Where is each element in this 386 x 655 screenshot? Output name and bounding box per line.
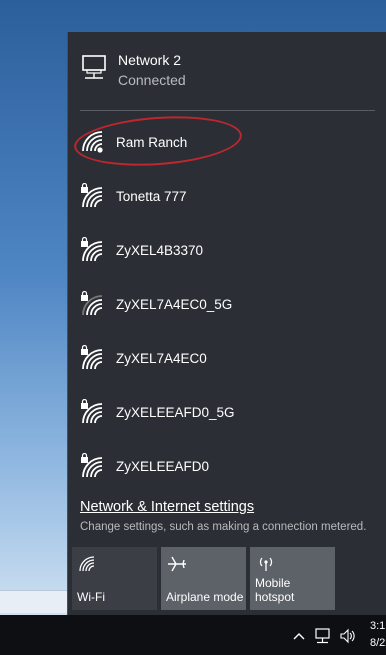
hotspot-icon: [259, 557, 273, 571]
desktop-window-edge: [0, 590, 68, 613]
secured-wifi-icon: [81, 183, 103, 208]
clock-time: 3:1: [370, 620, 386, 632]
wifi-network-item[interactable]: ZyXEL4B3370: [80, 231, 370, 271]
secured-wifi-icon: [81, 345, 103, 370]
connected-network[interactable]: Network 2 Connected: [80, 50, 370, 94]
connected-network-status: Connected: [118, 72, 186, 88]
wifi-network-item[interactable]: ZyXELEEAFD0: [80, 447, 370, 487]
wifi-icon: [79, 556, 95, 572]
wifi-network-name: ZyXELEEAFD0_5G: [116, 405, 235, 420]
airplane-mode-tile[interactable]: Airplane mode: [161, 547, 246, 610]
network-settings-description: Change settings, such as making a connec…: [80, 521, 367, 533]
connected-network-name: Network 2: [118, 52, 182, 68]
secured-wifi-icon: [81, 399, 103, 424]
wifi-network-name: ZyXEL7A4EC0: [116, 351, 207, 366]
volume-icon[interactable]: [340, 627, 356, 645]
wifi-network-item[interactable]: Ram Ranch: [72, 111, 370, 171]
divider: [80, 110, 375, 111]
wifi-network-item[interactable]: Tonetta 777: [80, 177, 370, 217]
secured-wifi-icon: [81, 453, 103, 478]
ethernet-icon: [82, 55, 106, 79]
secured-wifi-icon: [81, 237, 103, 262]
secured-wifi-icon: [81, 291, 103, 316]
chevron-up-icon[interactable]: [292, 627, 306, 645]
mobile-hotspot-tile[interactable]: Mobile hotspot: [250, 547, 335, 610]
airplane-icon: [168, 556, 186, 572]
mobile-hotspot-tile-label: Mobile hotspot: [255, 576, 295, 604]
network-tray-icon[interactable]: [314, 627, 332, 645]
wifi-network-name: ZyXELEEAFD0: [116, 459, 210, 474]
wifi-network-item[interactable]: ZyXELEEAFD0_5G: [80, 393, 370, 433]
clock-date: 8/22: [370, 637, 386, 649]
network-settings-link[interactable]: Network & Internet settings: [80, 499, 254, 515]
wifi-network-name: ZyXEL4B3370: [116, 243, 204, 258]
wifi-network-name: ZyXEL7A4EC0_5G: [116, 297, 233, 312]
wifi-toggle-tile[interactable]: Wi-Fi: [72, 547, 157, 610]
taskbar: 3:1 8/22: [0, 615, 386, 655]
wifi-signal-icon: [82, 131, 103, 153]
network-flyout: Network 2 Connected Ram Ranch Tonetta 77…: [67, 32, 386, 615]
wifi-network-item[interactable]: ZyXEL7A4EC0: [80, 339, 370, 379]
wifi-network-item[interactable]: ZyXEL7A4EC0_5G: [80, 285, 370, 325]
airplane-mode-tile-label: Airplane mode: [166, 590, 244, 604]
wifi-network-name: Tonetta 777: [116, 189, 187, 204]
wifi-network-name: Ram Ranch: [116, 135, 188, 150]
wifi-tile-label: Wi-Fi: [77, 590, 105, 604]
taskbar-clock[interactable]: 3:1 8/22: [370, 618, 386, 652]
